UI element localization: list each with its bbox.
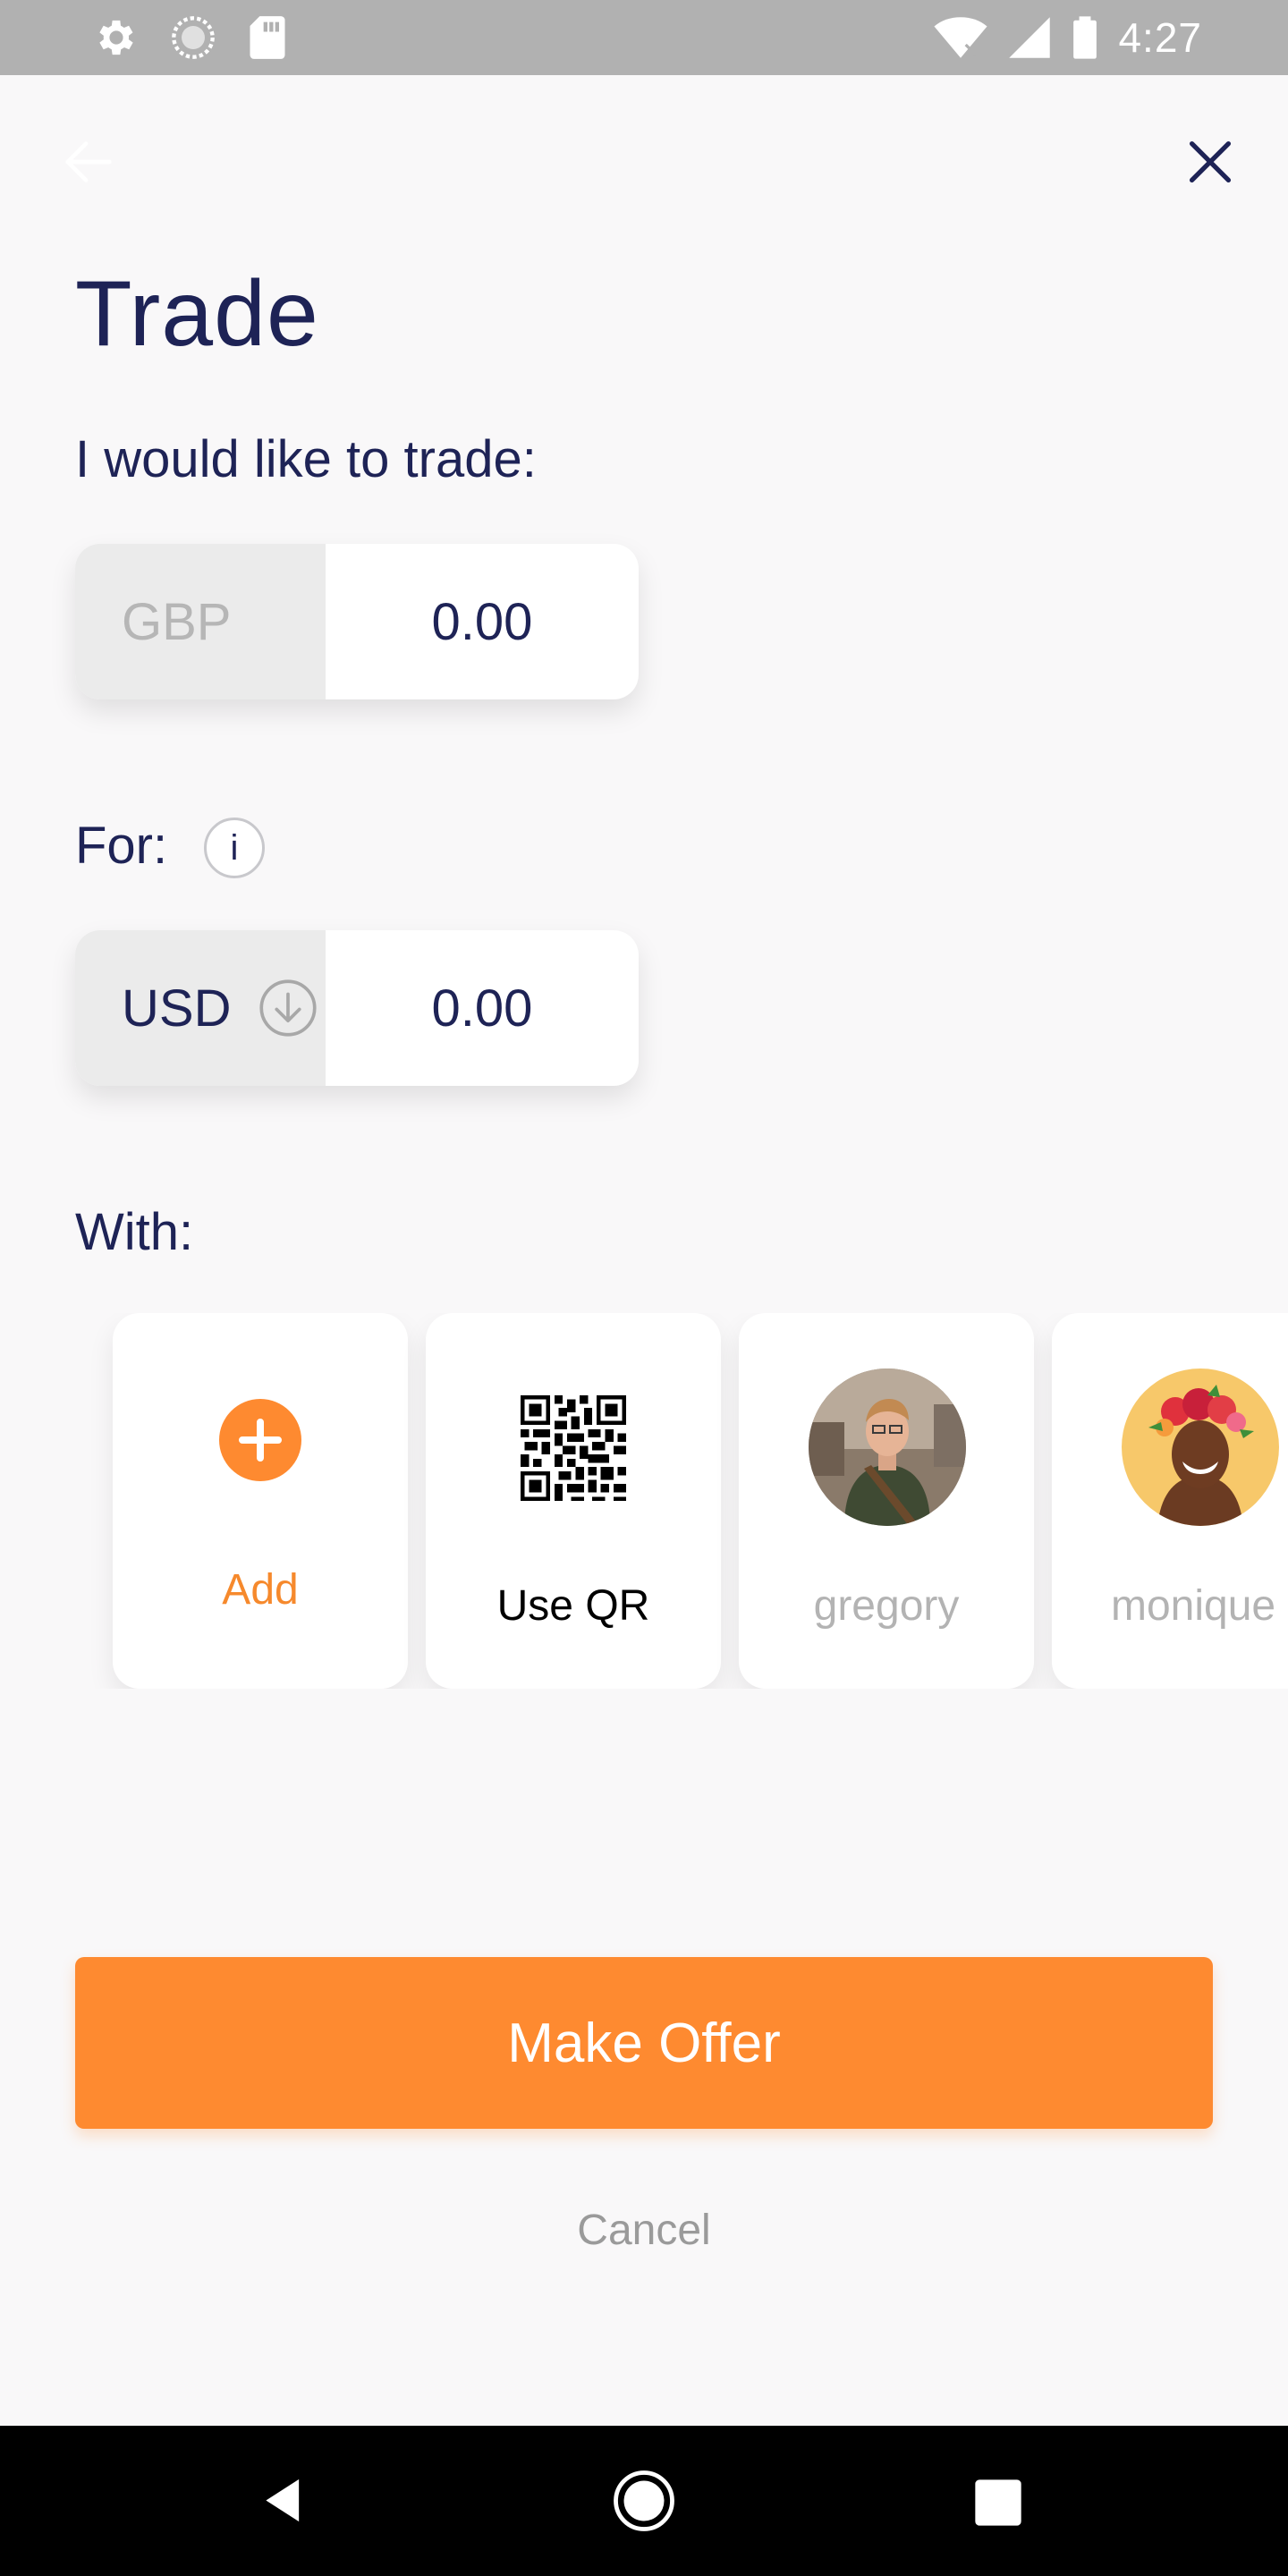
avatar (809, 1368, 966, 1526)
status-bar-right: 4:27 (934, 13, 1202, 63)
back-button[interactable] (57, 131, 120, 193)
status-bar: 4:27 (0, 0, 1288, 75)
settings-icon (99, 20, 133, 55)
info-button[interactable]: i (204, 818, 265, 878)
for-currency-field: USD 0.00 (75, 930, 639, 1086)
contact-card-monique[interactable]: monique (1052, 1313, 1288, 1689)
wifi-icon (934, 17, 988, 58)
sd-card-icon (250, 16, 285, 59)
make-offer-button[interactable]: Make Offer (75, 1957, 1213, 2129)
use-qr-card[interactable]: Use QR (426, 1313, 721, 1689)
close-icon (1189, 140, 1232, 183)
nav-back-icon[interactable] (254, 2472, 317, 2535)
for-label: For: (75, 817, 168, 875)
status-time: 4:27 (1118, 14, 1202, 61)
chevron-down-circle-icon (259, 979, 318, 1037)
contact-name-gregory: gregory (813, 1582, 960, 1630)
trade-currency-code: GBP (122, 592, 232, 651)
with-label: With: (75, 1203, 194, 1261)
contact-carousel[interactable]: Add Use QR gregory monique (0, 1313, 1288, 1689)
trade-label: I would like to trade: (75, 430, 537, 488)
battery-icon (1073, 16, 1097, 59)
trade-currency-field: GBP 0.00 (75, 544, 639, 699)
for-currency-code: USD (122, 979, 232, 1038)
add-contact-card[interactable]: Add (113, 1313, 408, 1689)
contact-card-gregory[interactable]: gregory (739, 1313, 1034, 1689)
add-label: Add (222, 1566, 299, 1614)
trade-amount-input[interactable]: 0.00 (326, 544, 639, 699)
plus-circle-icon (219, 1399, 301, 1481)
trade-screen: 4:27 Trade I would like to trade: GBP 0.… (0, 0, 1288, 2576)
signal-icon (1009, 17, 1051, 58)
nav-recents-icon[interactable] (973, 2478, 1023, 2528)
trade-amount-value: 0.00 (431, 592, 533, 651)
plus-icon (239, 1419, 282, 1462)
sync-icon (172, 16, 215, 59)
status-bar-left (93, 13, 288, 63)
qr-code-icon (521, 1395, 626, 1501)
for-amount-input[interactable]: 0.00 (326, 930, 639, 1086)
page-title: Trade (75, 262, 319, 366)
close-button[interactable] (1179, 131, 1241, 193)
info-icon: i (230, 827, 239, 868)
cancel-link[interactable]: Cancel (0, 2206, 1288, 2255)
avatar (1122, 1368, 1279, 1526)
for-amount-value: 0.00 (431, 979, 533, 1038)
arrow-left-icon (65, 141, 112, 182)
contact-name-monique: monique (1111, 1582, 1276, 1630)
use-qr-label: Use QR (496, 1582, 650, 1630)
system-nav-bar (0, 2426, 1288, 2576)
for-currency-select[interactable]: USD (75, 930, 326, 1086)
trade-currency-select: GBP (75, 544, 326, 699)
nav-home-icon[interactable] (612, 2469, 676, 2533)
